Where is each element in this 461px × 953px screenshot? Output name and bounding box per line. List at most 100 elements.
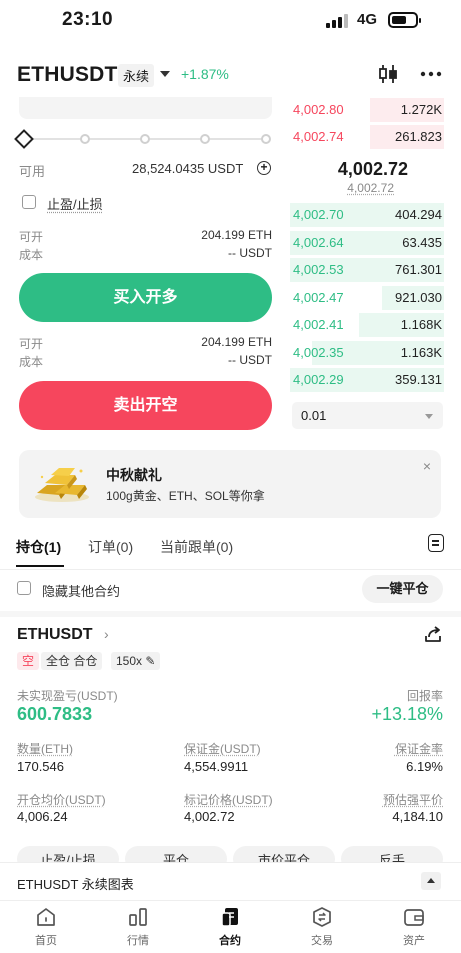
close-icon[interactable]: × bbox=[423, 458, 431, 474]
bid-qty: 359.131 bbox=[395, 372, 442, 387]
roe-value: +13.18% bbox=[371, 704, 443, 724]
precision-value: 0.01 bbox=[301, 408, 327, 423]
banner-subtitle: 100g黄金、ETH、SOL等你拿 bbox=[106, 489, 265, 503]
hide-other-contracts-label[interactable]: 隐藏其他合约 bbox=[42, 581, 120, 600]
bottom-nav: 首页 行情 合约 交易 资产 bbox=[0, 900, 461, 953]
tab-copy-orders[interactable]: 当前跟单(0) bbox=[160, 537, 233, 557]
chevron-up-icon[interactable] bbox=[421, 872, 441, 890]
bid-price: 4,002.41 bbox=[293, 317, 344, 332]
nav-trade[interactable]: 交易 bbox=[276, 901, 368, 953]
gold-bars-icon bbox=[35, 468, 89, 502]
ask-qty: 261.823 bbox=[395, 129, 442, 144]
precision-select[interactable]: 0.01 bbox=[292, 402, 443, 429]
contract-type-badge[interactable]: 永续 bbox=[118, 64, 155, 87]
tab-orders[interactable]: 订单(0) bbox=[88, 537, 133, 557]
wallet-icon bbox=[404, 909, 424, 926]
mark-price: 4,002.72 bbox=[347, 181, 394, 195]
leverage-value: 150x bbox=[116, 654, 143, 668]
nav-assets[interactable]: 资产 bbox=[368, 901, 460, 953]
status-bar: 23:10 4G bbox=[0, 0, 461, 44]
size-label: 数量(ETH) bbox=[17, 742, 73, 756]
order-history-icon[interactable] bbox=[428, 534, 444, 552]
market-icon bbox=[129, 908, 147, 926]
tpsl-checkbox[interactable] bbox=[22, 195, 36, 209]
battery-icon bbox=[388, 12, 421, 28]
hide-other-contracts-checkbox[interactable] bbox=[17, 581, 31, 595]
slider-thumb[interactable] bbox=[14, 129, 34, 149]
transfer-plus-icon[interactable]: + bbox=[257, 161, 271, 175]
sell-cost-value: -- USDT bbox=[228, 353, 272, 367]
bid-row[interactable]: 4,002.41 1.168K bbox=[290, 313, 444, 337]
slider-step[interactable] bbox=[80, 134, 90, 144]
buy-cost-value: -- USDT bbox=[228, 246, 272, 260]
sell-open-label: 可开 bbox=[19, 337, 44, 351]
buy-open-value: 204.199 ETH bbox=[201, 228, 272, 242]
available-label: 可用 bbox=[19, 164, 46, 179]
chevron-right-icon[interactable]: › bbox=[104, 626, 109, 642]
promo-banner[interactable]: 中秋献礼 100g黄金、ETH、SOL等你拿 × bbox=[19, 450, 441, 518]
caret-down-icon[interactable] bbox=[160, 71, 170, 77]
bid-qty: 921.030 bbox=[395, 290, 442, 305]
slider-step[interactable] bbox=[140, 134, 150, 144]
bid-qty: 761.301 bbox=[395, 262, 442, 277]
slider-step[interactable] bbox=[261, 134, 271, 144]
more-icon[interactable] bbox=[420, 64, 442, 84]
margin-value: 4,554.9911 bbox=[184, 759, 249, 774]
tpsl-label[interactable]: 止盈/止损 bbox=[47, 194, 103, 213]
home-icon bbox=[37, 908, 55, 926]
price-change: +1.87% bbox=[181, 66, 229, 82]
share-icon[interactable] bbox=[423, 625, 443, 645]
last-price: 4,002.72 bbox=[337, 159, 408, 179]
trade-icon bbox=[313, 907, 331, 927]
roe-label: 回报率 bbox=[406, 689, 443, 703]
chart-drawer[interactable]: ETHUSDT 永续图表 bbox=[0, 862, 461, 900]
divider bbox=[0, 569, 461, 570]
slider-step[interactable] bbox=[200, 134, 210, 144]
nav-home[interactable]: 首页 bbox=[0, 901, 92, 953]
candlestick-chart-icon[interactable] bbox=[378, 64, 398, 84]
bid-price: 4,002.64 bbox=[293, 235, 344, 250]
bid-row[interactable]: 4,002.35 1.163K bbox=[290, 341, 444, 365]
buy-open-label: 可开 bbox=[19, 230, 44, 244]
position-symbol[interactable]: ETHUSDT bbox=[17, 626, 93, 644]
amount-input[interactable] bbox=[19, 97, 272, 119]
nav-label: 行情 bbox=[127, 935, 149, 947]
chevron-down-icon bbox=[425, 414, 433, 419]
sell-short-button[interactable]: 卖出开空 bbox=[19, 381, 272, 430]
sell-cost-label: 成本 bbox=[19, 355, 44, 369]
bid-row[interactable]: 4,002.70 404.294 bbox=[290, 203, 444, 227]
bid-qty: 404.294 bbox=[395, 207, 442, 222]
liq-price-label: 预估强平价 bbox=[382, 793, 443, 807]
tab-active-indicator bbox=[16, 565, 64, 567]
bid-qty: 63.435 bbox=[402, 235, 442, 250]
nav-futures[interactable]: 合约 bbox=[184, 901, 276, 953]
ask-price: 4,002.74 bbox=[293, 129, 344, 144]
leverage-badge[interactable]: 150x ✎ bbox=[111, 652, 161, 670]
mark-price-label: 标记价格(USDT) bbox=[184, 793, 273, 807]
nav-market[interactable]: 行情 bbox=[92, 901, 184, 953]
buy-long-button[interactable]: 买入开多 bbox=[19, 273, 272, 322]
tab-positions[interactable]: 持仓(1) bbox=[16, 537, 61, 557]
bid-qty: 1.163K bbox=[400, 345, 442, 360]
size-value: 170.546 bbox=[17, 759, 64, 774]
ask-row[interactable]: 4,002.74 261.823 bbox=[290, 125, 444, 149]
close-all-button[interactable]: 一键平仓 bbox=[362, 575, 443, 603]
edit-icon[interactable]: ✎ bbox=[145, 654, 155, 668]
bid-row[interactable]: 4,002.47 921.030 bbox=[290, 286, 444, 310]
ask-price: 4,002.80 bbox=[293, 102, 344, 117]
status-time: 23:10 bbox=[62, 9, 114, 30]
network-type: 4G bbox=[357, 11, 378, 28]
ask-row[interactable]: 4,002.80 1.272K bbox=[290, 98, 444, 122]
entry-price-label: 开仓均价(USDT) bbox=[17, 793, 106, 807]
bid-row[interactable]: 4,002.64 63.435 bbox=[290, 231, 444, 255]
nav-label: 交易 bbox=[311, 935, 333, 947]
signal-icon bbox=[326, 14, 348, 28]
nav-label: 合约 bbox=[219, 935, 241, 947]
position-side-badge: 空 bbox=[17, 652, 40, 670]
bid-row[interactable]: 4,002.53 761.301 bbox=[290, 258, 444, 282]
liq-price-value: 4,184.10 bbox=[392, 809, 443, 824]
symbol-title[interactable]: ETHUSDT bbox=[17, 63, 118, 87]
bid-price: 4,002.29 bbox=[293, 372, 344, 387]
margin-ratio-value: 6.19% bbox=[406, 759, 443, 774]
bid-row[interactable]: 4,002.29 359.131 bbox=[290, 368, 444, 392]
